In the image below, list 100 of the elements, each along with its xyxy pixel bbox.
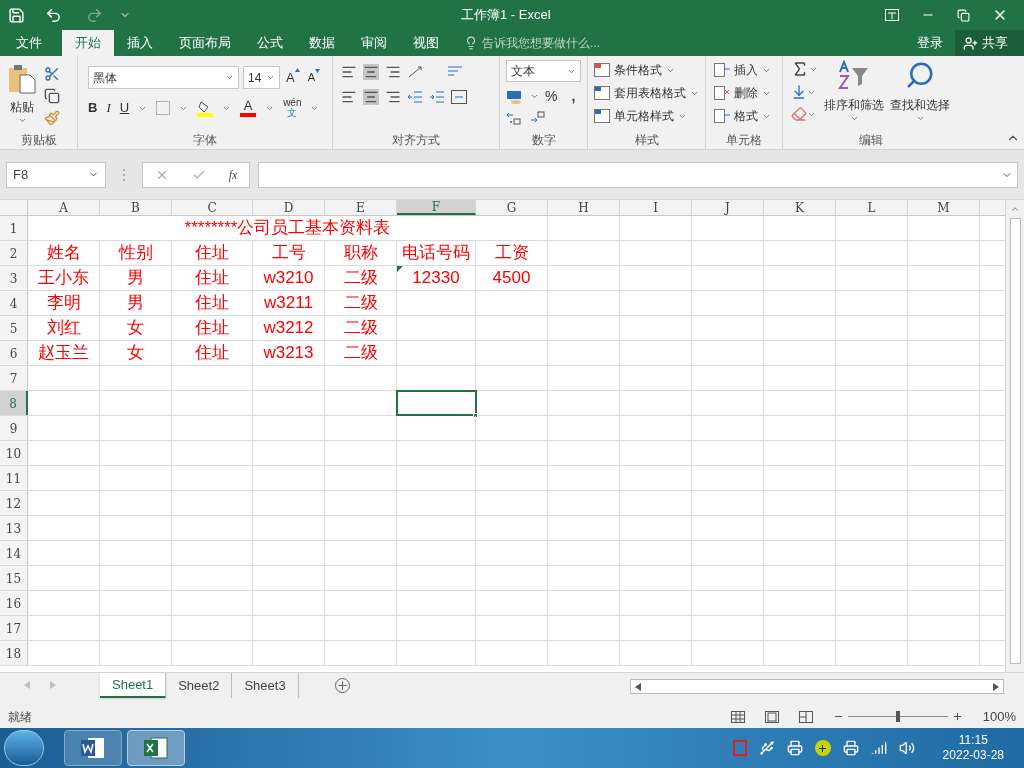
row-header[interactable]: 8 xyxy=(0,391,28,415)
insert-function-button[interactable]: fx xyxy=(228,165,238,184)
percent-button[interactable]: % xyxy=(545,86,558,107)
zoom-slider[interactable] xyxy=(847,711,948,722)
column-header[interactable]: B xyxy=(100,200,172,215)
sort-filter-button[interactable]: 排序和筛选 xyxy=(824,60,884,123)
styles-menu-item[interactable]: 单元格样式 xyxy=(594,107,699,125)
word-taskbar-button[interactable] xyxy=(64,730,122,766)
row-header[interactable]: 16 xyxy=(0,591,28,615)
column-header[interactable]: C xyxy=(172,200,253,215)
column-header[interactable]: L xyxy=(836,200,908,215)
row-header[interactable]: 18 xyxy=(0,641,28,665)
row-header[interactable]: 13 xyxy=(0,516,28,540)
styles-menu-item[interactable]: 条件格式 xyxy=(594,61,699,79)
clock-date[interactable]: 2022-03-28 xyxy=(942,748,1004,763)
find-select-button[interactable]: 查找和选择 xyxy=(890,60,950,123)
tell-me-field[interactable]: 告诉我您想要做什么... xyxy=(464,30,600,56)
styles-menu-item[interactable]: 套用表格格式 xyxy=(594,84,699,102)
align-center-icon[interactable] xyxy=(363,89,379,105)
row-header[interactable]: 6 xyxy=(0,341,28,365)
sign-in-link[interactable]: 登录 xyxy=(905,30,955,56)
ribbon-tab[interactable]: 开始 xyxy=(62,30,114,56)
paste-button[interactable]: 粘贴 xyxy=(8,64,36,131)
ribbon-tab[interactable]: 数据 xyxy=(296,30,348,56)
row-header[interactable]: 12 xyxy=(0,491,28,515)
underline-button[interactable]: U xyxy=(119,98,130,118)
column-header[interactable]: H xyxy=(548,200,620,215)
page-layout-icon[interactable] xyxy=(764,710,779,723)
decrease-decimal-icon[interactable] xyxy=(530,111,546,125)
vertical-scrollbar[interactable] xyxy=(1005,200,1024,672)
row-header[interactable]: 14 xyxy=(0,541,28,565)
number-format-field[interactable]: 文本 xyxy=(506,60,581,82)
share-button[interactable]: 共享 xyxy=(955,30,1024,56)
currency-icon[interactable] xyxy=(506,88,524,105)
zoom-in-icon[interactable] xyxy=(951,711,963,722)
phonetic-button[interactable]: wén 文 xyxy=(283,98,302,118)
row-header[interactable]: 5 xyxy=(0,316,28,340)
fill-icon[interactable] xyxy=(791,84,807,100)
cells-menu-item[interactable]: 插入 xyxy=(714,61,774,79)
bold-button[interactable]: B xyxy=(88,98,98,118)
column-header[interactable]: K xyxy=(764,200,836,215)
column-header[interactable]: I xyxy=(620,200,692,215)
ribbon-display-icon[interactable] xyxy=(885,9,899,21)
cells-menu-item[interactable]: 删除 xyxy=(714,84,774,102)
restore-icon[interactable] xyxy=(957,8,970,22)
horizontal-scrollbar[interactable] xyxy=(630,679,1004,694)
scroll-up-icon[interactable] xyxy=(1010,204,1020,214)
scroll-left-icon[interactable] xyxy=(635,682,641,691)
row-header[interactable]: 1 xyxy=(0,216,28,240)
comma-button[interactable]: , xyxy=(571,86,576,107)
grow-font-button[interactable]: A xyxy=(284,67,302,88)
row-header[interactable]: 10 xyxy=(0,441,28,465)
row-header[interactable]: 7 xyxy=(0,366,28,390)
sheet-tab[interactable]: Sheet1 xyxy=(100,673,167,698)
row-header[interactable]: 9 xyxy=(0,416,28,440)
top-align-icon[interactable] xyxy=(341,64,357,80)
signal-icon[interactable] xyxy=(870,740,887,756)
scroll-right-icon[interactable] xyxy=(993,682,999,691)
ribbon-tab[interactable]: 视图 xyxy=(400,30,452,56)
align-right-icon[interactable] xyxy=(385,89,401,105)
increase-decimal-icon[interactable] xyxy=(506,111,522,125)
sheet-tab[interactable]: Sheet2 xyxy=(166,673,233,698)
font-color-button[interactable]: A xyxy=(240,99,257,117)
italic-button[interactable]: I xyxy=(106,98,111,118)
row-header[interactable]: 3 xyxy=(0,266,28,290)
printer-icon[interactable] xyxy=(786,740,803,756)
column-header[interactable]: D xyxy=(253,200,325,215)
row-header[interactable]: 4 xyxy=(0,291,28,315)
row-header[interactable]: 11 xyxy=(0,466,28,490)
start-button[interactable] xyxy=(4,730,44,766)
column-header[interactable]: J xyxy=(692,200,764,215)
column-header[interactable]: A xyxy=(28,200,100,215)
ribbon-tab[interactable]: 插入 xyxy=(114,30,166,56)
name-box[interactable]: F8 xyxy=(6,161,106,188)
save-icon[interactable] xyxy=(8,6,25,24)
column-header[interactable]: G xyxy=(476,200,548,215)
undo-icon[interactable] xyxy=(45,6,62,24)
bottom-align-icon[interactable] xyxy=(385,64,401,80)
copy-icon[interactable] xyxy=(44,88,60,104)
column-header[interactable]: M xyxy=(908,200,980,215)
cells-menu-item[interactable]: 格式 xyxy=(714,107,774,125)
zoom-thumb[interactable] xyxy=(895,711,900,722)
speaker-icon[interactable] xyxy=(898,740,915,756)
ribbon-tab[interactable]: 文件 xyxy=(0,30,62,56)
eraser-icon[interactable] xyxy=(791,106,807,122)
sheet-tab[interactable]: Sheet3 xyxy=(232,673,299,698)
row-header[interactable]: 15 xyxy=(0,566,28,590)
font-size-field[interactable]: 14 xyxy=(243,66,280,89)
excel-taskbar-button[interactable] xyxy=(127,730,185,766)
ribbon-tab[interactable]: 页面布局 xyxy=(166,30,244,56)
clock-time[interactable]: 11:15 xyxy=(958,733,988,748)
orientation-icon[interactable] xyxy=(407,65,425,79)
fill-handle[interactable] xyxy=(473,413,478,418)
shrink-font-button[interactable]: A xyxy=(305,69,322,86)
font-name-field[interactable]: 黑体 xyxy=(88,66,240,89)
scissors-icon[interactable] xyxy=(44,66,60,82)
ribbon-tab[interactable]: 公式 xyxy=(244,30,296,56)
fill-color-icon[interactable] xyxy=(197,99,214,117)
formula-input[interactable] xyxy=(258,161,1018,188)
usb-icon[interactable] xyxy=(758,740,775,756)
